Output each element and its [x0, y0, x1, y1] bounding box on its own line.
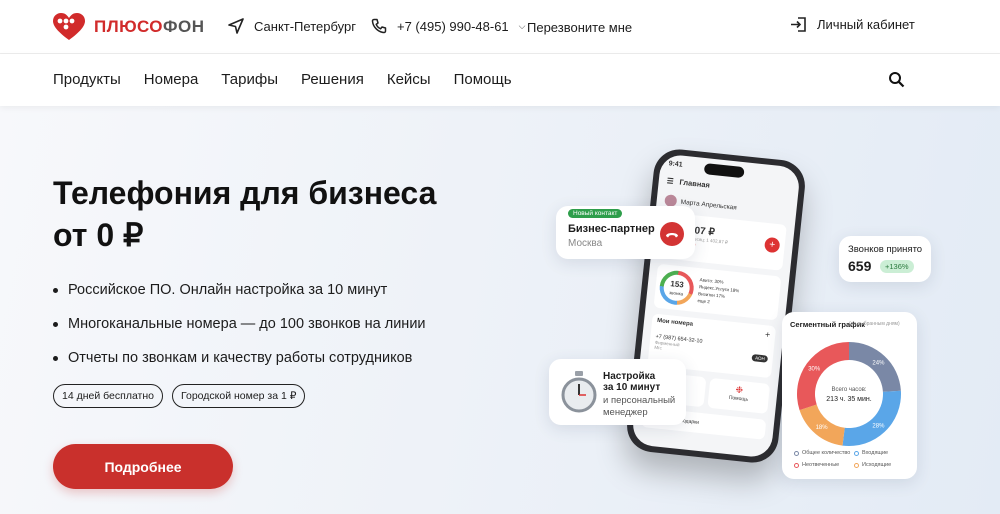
logo-icon — [53, 13, 85, 40]
logo[interactable]: ПЛЮСОФОН — [52, 13, 205, 41]
setup-title-2: за 10 минут — [603, 382, 661, 393]
setup-sub-2: менеджер — [603, 407, 648, 418]
hangup-icon — [666, 233, 678, 238]
phone-number: +7 (495) 990-48-61 — [397, 18, 509, 34]
new-contact-badge: Новый контакт — [568, 209, 623, 218]
brand-b: ФОН — [163, 17, 205, 36]
top-bar: ПЛЮСОФОН Санкт-Петербург +7 (495) 990-48… — [0, 0, 1000, 54]
contact-title: Бизнес-партнер — [568, 223, 655, 235]
setup-sub-1: и персональный — [603, 395, 676, 406]
setup-title: Настройка за 10 минут — [603, 371, 660, 393]
stats-list: Авито: 30% Яндекс.Услуги 18% Визитки 17%… — [697, 276, 740, 308]
nav-menu: Продукты Номера Тарифы Решения Кейсы Пом… — [53, 71, 512, 88]
calls-accepted-card: Звонков принято 659 +136% — [839, 236, 931, 282]
aon-badge: АОН — [751, 354, 769, 363]
feature-item: Многоканальные номера — до 100 звонков н… — [53, 307, 426, 341]
nav-item-solutions[interactable]: Решения — [301, 71, 364, 88]
more-button[interactable]: Подробнее — [53, 444, 233, 489]
nav-item-cases[interactable]: Кейсы — [387, 71, 431, 88]
contact-card: Новый контакт Бизнес-партнер Москва — [556, 206, 695, 259]
legend-item: Неотвеченные — [794, 462, 854, 468]
callback-link[interactable]: Перезвоните мне — [527, 20, 632, 35]
screen-title: Главная — [679, 177, 711, 190]
menu-icon: ☰ — [666, 176, 674, 186]
feature-list: Российское ПО. Онлайн настройка за 10 ми… — [53, 273, 426, 375]
donut-chart: 24% 28% 18% 30% Всего часов: 213 ч. 35 мин. — [797, 342, 901, 446]
logo-text: ПЛЮСОФОН — [94, 17, 205, 37]
donut-label: 24% — [872, 361, 885, 367]
calls-value: 659 — [848, 258, 872, 274]
calls-stats-card: 153 звонка Авито: 30% Яндекс.Услуги 18% … — [653, 263, 782, 321]
growth-badge: +136% — [880, 260, 914, 273]
chart-legend: Общее количество Входящие Неотвеченные И… — [794, 450, 914, 468]
cabinet-link[interactable]: Личный кабинет — [790, 16, 915, 33]
tag-list: 14 дней бесплатно Городской номер за 1 ₽ — [53, 384, 306, 408]
phone-selector[interactable]: +7 (495) 990-48-61 ⌵ — [371, 18, 526, 34]
ring-label: звонка — [668, 290, 684, 297]
nav-item-help[interactable]: Помощь — [454, 71, 512, 88]
calls-title: Звонков принято — [848, 244, 923, 255]
hero-title-line1: Телефония для бизнеса — [53, 175, 437, 211]
chart-subtitle: (по выбранным дням) — [849, 321, 900, 327]
search-button[interactable] — [888, 71, 905, 93]
donut-center-label: Всего часов: — [831, 387, 866, 393]
search-icon — [889, 72, 905, 88]
tag-free-trial[interactable]: 14 дней бесплатно — [53, 384, 163, 408]
legend-item: Входящие — [854, 450, 914, 456]
setup-title-1: Настройка — [603, 371, 656, 382]
donut-segment — [849, 342, 901, 392]
status-time: 9:41 — [668, 160, 683, 169]
brand-a: ПЛЮСО — [94, 17, 164, 36]
hero-title: Телефония для бизнеса от 0 ₽ — [53, 172, 436, 256]
ring-gauge: 153 звонка — [658, 269, 696, 307]
phone-icon — [371, 18, 387, 34]
hangup-button[interactable] — [660, 222, 684, 246]
stopwatch-icon — [561, 371, 597, 413]
chevron-down-icon: ⌵ — [518, 20, 526, 31]
location-arrow-icon — [228, 18, 244, 34]
feature-item: Российское ПО. Онлайн настройка за 10 ми… — [53, 273, 426, 307]
nav-item-numbers[interactable]: Номера — [144, 71, 199, 88]
main-nav: Продукты Номера Тарифы Решения Кейсы Пом… — [0, 54, 1000, 106]
screen-header: ☰ Главная — [666, 176, 790, 198]
help-tile[interactable]: ❉ Помощь — [707, 377, 771, 414]
nav-item-products[interactable]: Продукты — [53, 71, 121, 88]
donut-label: 28% — [872, 423, 885, 429]
donut-label: 18% — [816, 425, 829, 431]
feature-item: Отчеты по звонкам и качеству работы сотр… — [53, 341, 426, 375]
legend-item: Исходящие — [854, 462, 914, 468]
legend-item: Общее количество — [794, 450, 854, 456]
setup-subtitle: и персональный менеджер — [603, 395, 675, 419]
city-selector[interactable]: Санкт-Петербург — [228, 18, 356, 34]
setup-card: Настройка за 10 минут и персональный менед… — [549, 359, 686, 425]
login-icon — [791, 17, 806, 32]
segment-chart-card: Сегментный график (по выбранным дням) 24… — [782, 312, 917, 479]
nav-item-tariffs[interactable]: Тарифы — [221, 71, 278, 88]
hero-title-line2: от 0 ₽ — [53, 217, 144, 253]
donut-label: 30% — [808, 367, 821, 373]
donut-center-value: 213 ч. 35 мин. — [826, 396, 871, 403]
tag-city-number[interactable]: Городской номер за 1 ₽ — [172, 384, 306, 408]
numbers-title: Мои номера — [656, 317, 694, 328]
cabinet-label: Личный кабинет — [817, 17, 915, 32]
contact-city: Москва — [568, 238, 603, 249]
city-label: Санкт-Петербург — [254, 18, 356, 34]
add-number-icon[interactable]: + — [765, 329, 771, 339]
hero-section: Телефония для бизнеса от 0 ₽ Российское … — [0, 106, 1000, 514]
